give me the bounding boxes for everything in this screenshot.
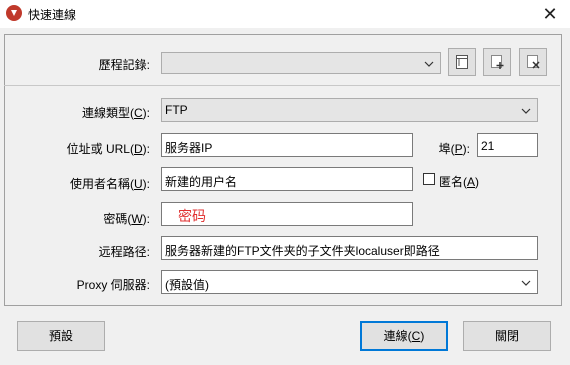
history-select[interactable] [161,52,441,74]
default-button[interactable]: 預設 [17,321,105,351]
chevron-down-icon [521,105,531,119]
chevron-down-icon [424,58,434,72]
proxy-label: Proxy 伺服器: [76,278,150,292]
app-logo-icon [6,5,22,21]
divider [4,85,560,86]
conn-type-value: FTP [165,103,188,117]
proxy-value: (預設值) [165,278,209,292]
conn-type-label: 連線類型(C): [81,106,150,120]
password-input[interactable]: 密码 [161,202,413,226]
port-value: 21 [481,139,495,153]
window-title: 快速連線 [28,8,77,22]
add-document-icon[interactable] [483,48,511,76]
remote-path-value: 服务器新建的FTP文件夹的子文件夹localuser即路径 [165,244,440,258]
connect-button[interactable]: 連線(C) [360,321,448,351]
title-bar: 快速連線 ✕ [0,0,570,28]
address-input[interactable]: 服务器IP [161,133,413,157]
username-input[interactable]: 新建的用户名 [161,167,413,191]
port-label: 埠(P): [438,142,470,156]
password-label: 密碼(W): [103,212,150,226]
password-value: 密码 [178,208,206,224]
anonymous-label: 匿名(A) [439,175,480,189]
anonymous-checkbox[interactable] [423,173,435,185]
document-icon[interactable] [448,48,476,76]
address-value: 服务器IP [165,141,213,155]
history-label: 歷程記錄: [98,58,150,72]
remote-path-input[interactable]: 服务器新建的FTP文件夹的子文件夹localuser即路径 [161,236,538,260]
proxy-select[interactable]: (預設值) [161,270,538,294]
conn-type-select[interactable]: FTP [161,98,538,122]
username-value: 新建的用户名 [165,175,238,189]
username-label: 使用者名稱(U): [69,177,150,191]
delete-document-icon[interactable] [519,48,547,76]
remote-path-label: 远程路径: [98,245,150,259]
close-button[interactable]: 關閉 [463,321,551,351]
port-input[interactable]: 21 [477,133,538,157]
address-label: 位址或 URL(D): [66,142,150,156]
close-icon[interactable]: ✕ [530,0,570,28]
chevron-down-icon [521,277,531,291]
